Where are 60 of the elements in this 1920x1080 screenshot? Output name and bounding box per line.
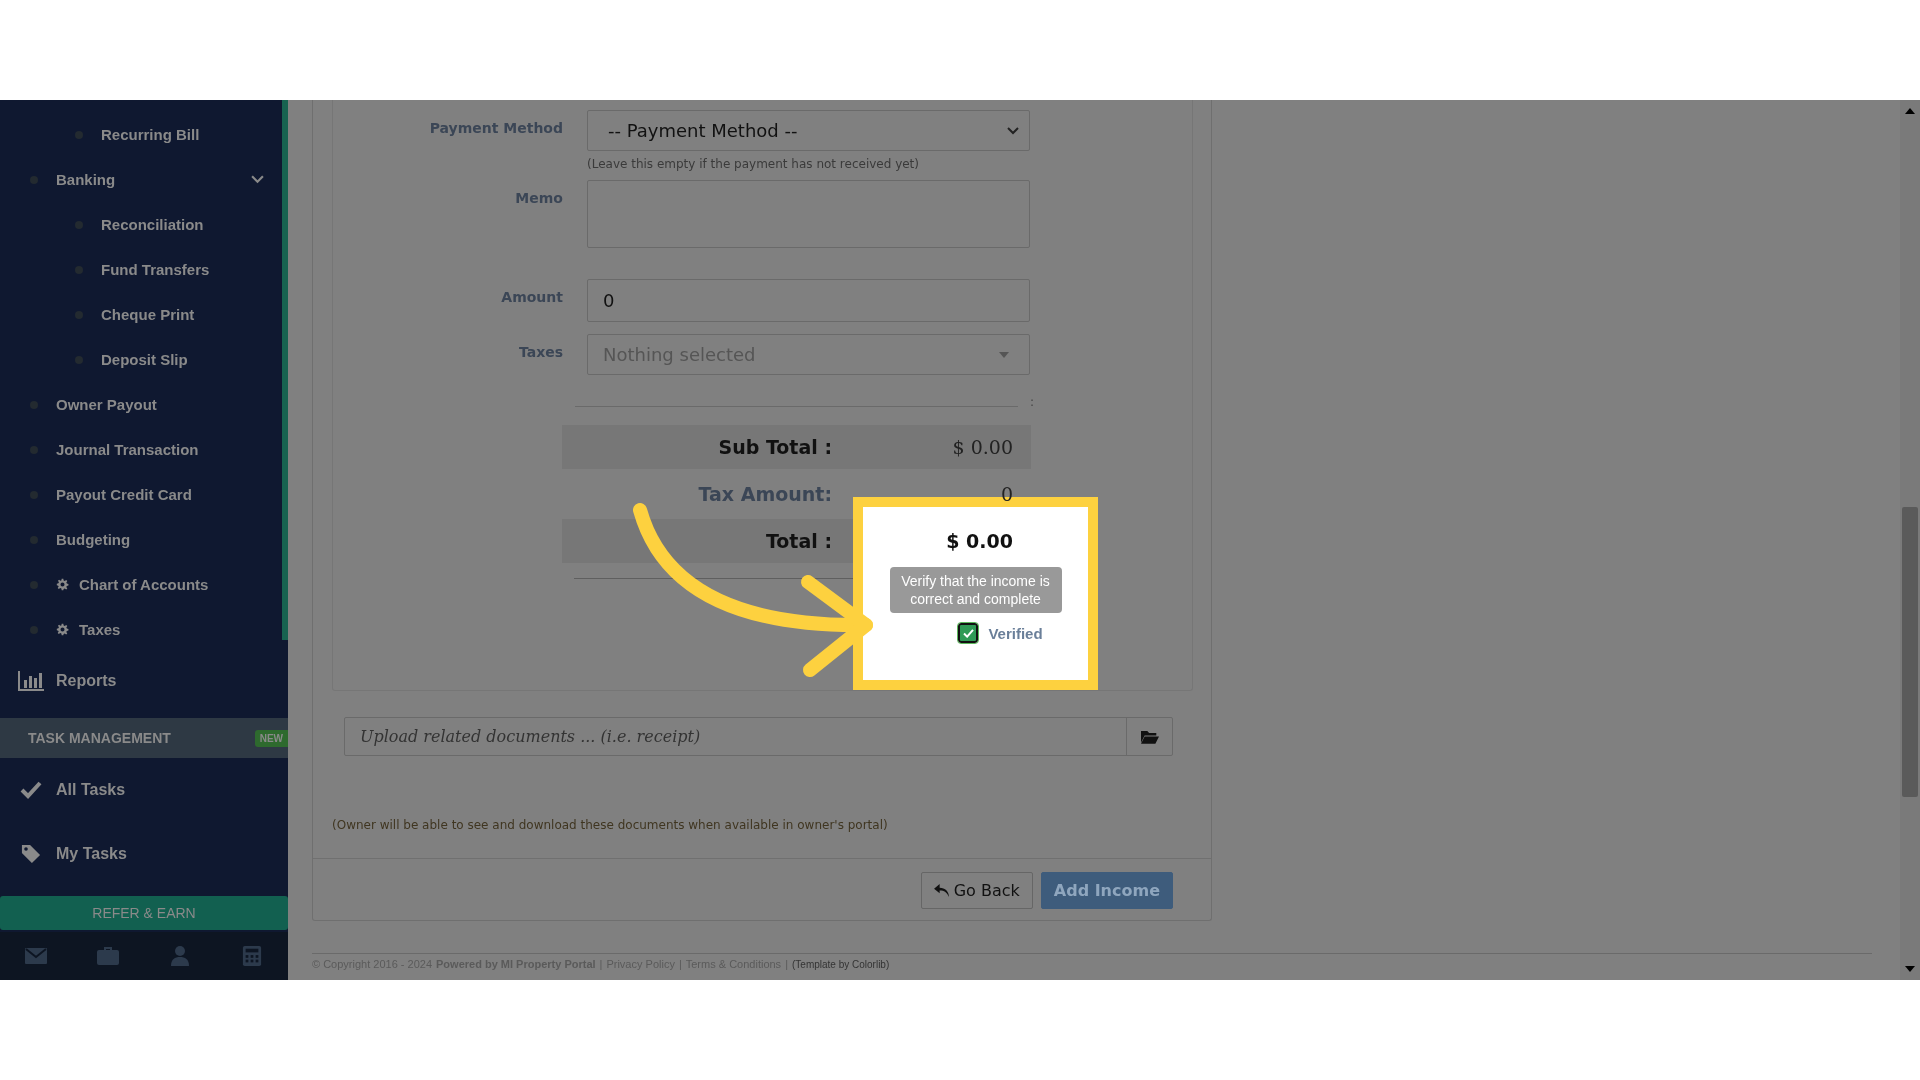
verified-label: Verified <box>988 624 1043 642</box>
sidebar-item[interactable]: Fund Transfers <box>101 261 210 278</box>
separator-mark: | <box>599 958 603 970</box>
total-value: $ 0.00 <box>952 436 1014 458</box>
sidebar-item[interactable]: Banking <box>56 171 116 188</box>
sidebar-item[interactable]: All Tasks <box>56 781 126 799</box>
total-label: Sub Total : <box>717 436 832 458</box>
scroll-up-icon[interactable] <box>1905 108 1915 114</box>
sidebar-item[interactable]: Owner Payout <box>56 396 157 413</box>
verified-checkbox[interactable] <box>958 623 979 644</box>
scrollbar[interactable] <box>1900 100 1920 980</box>
reply-arrow-icon <box>933 884 949 897</box>
sidebar-item[interactable]: Chart of Accounts <box>79 576 209 593</box>
sidebar-item[interactable]: Reports <box>56 672 117 690</box>
sidebar-item[interactable]: Reconciliation <box>101 216 204 233</box>
sidebar-item[interactable]: Payout Credit Card <box>56 486 192 503</box>
total-label: Tax Amount: <box>697 483 832 505</box>
gear-icon <box>56 578 69 591</box>
sidebar-item[interactable]: Cheque Print <box>101 306 195 323</box>
field-hint: (Leave this empty if the payment has not received yet) <box>587 157 920 171</box>
tag-icon <box>20 844 42 864</box>
caret-icon <box>999 351 1009 358</box>
section-title: TASK MANAGEMENT <box>28 730 171 746</box>
sidebar-item[interactable]: Journal Transaction <box>56 441 199 458</box>
add-income-button[interactable]: Add Income <box>1040 872 1173 909</box>
briefcase-icon[interactable] <box>97 946 119 966</box>
separator-mark: | <box>678 958 682 970</box>
sidebar-scrollbar[interactable] <box>282 100 288 640</box>
tooltip: Verify that the income is correct and complete <box>889 567 1062 614</box>
sidebar-item[interactable]: Budgeting <box>56 531 131 548</box>
chevron-icon[interactable] <box>251 175 264 184</box>
payment-method-select[interactable]: -- Payment Method -- <box>587 110 1030 151</box>
template-credit: (Template by Colorlib) <box>792 959 890 970</box>
checkmark-icon <box>20 780 42 800</box>
sidebar-item[interactable]: Deposit Slip <box>101 351 188 368</box>
upload-note: (Owner will be able to see and download these documents when available in owner's portal) <box>332 818 889 832</box>
calculator-icon[interactable] <box>241 946 263 966</box>
upload-field[interactable]: Upload related documents ... (i.e. receipt) <box>344 717 1173 756</box>
total-value: $ 0.00 <box>946 530 1014 552</box>
new-badge: NEW <box>254 729 288 747</box>
folder-icon <box>1140 729 1159 744</box>
gear-icon <box>56 623 69 636</box>
go-back-button[interactable]: Go Back <box>920 872 1033 909</box>
field-label: Payment Method <box>428 119 564 136</box>
bar-chart-icon <box>18 671 44 691</box>
total-label: Total : <box>764 530 832 552</box>
separator-mark: : <box>1030 395 1035 409</box>
field-label: Taxes <box>517 343 564 360</box>
sidebar-item[interactable]: Recurring Bill <box>101 126 200 143</box>
chevron-icon <box>1007 126 1019 135</box>
amount-field[interactable]: 0 <box>587 279 1030 322</box>
checkmark-icon <box>962 628 974 638</box>
separator-mark: | <box>785 958 788 970</box>
envelope-icon[interactable] <box>25 946 47 966</box>
field-label: Amount <box>500 288 564 305</box>
scroll-down-icon[interactable] <box>1905 966 1915 972</box>
sidebar-item[interactable]: Taxes <box>79 621 121 638</box>
sidebar-item[interactable]: My Tasks <box>56 845 127 863</box>
user-icon[interactable] <box>169 946 191 966</box>
field-label: Memo <box>514 189 564 206</box>
